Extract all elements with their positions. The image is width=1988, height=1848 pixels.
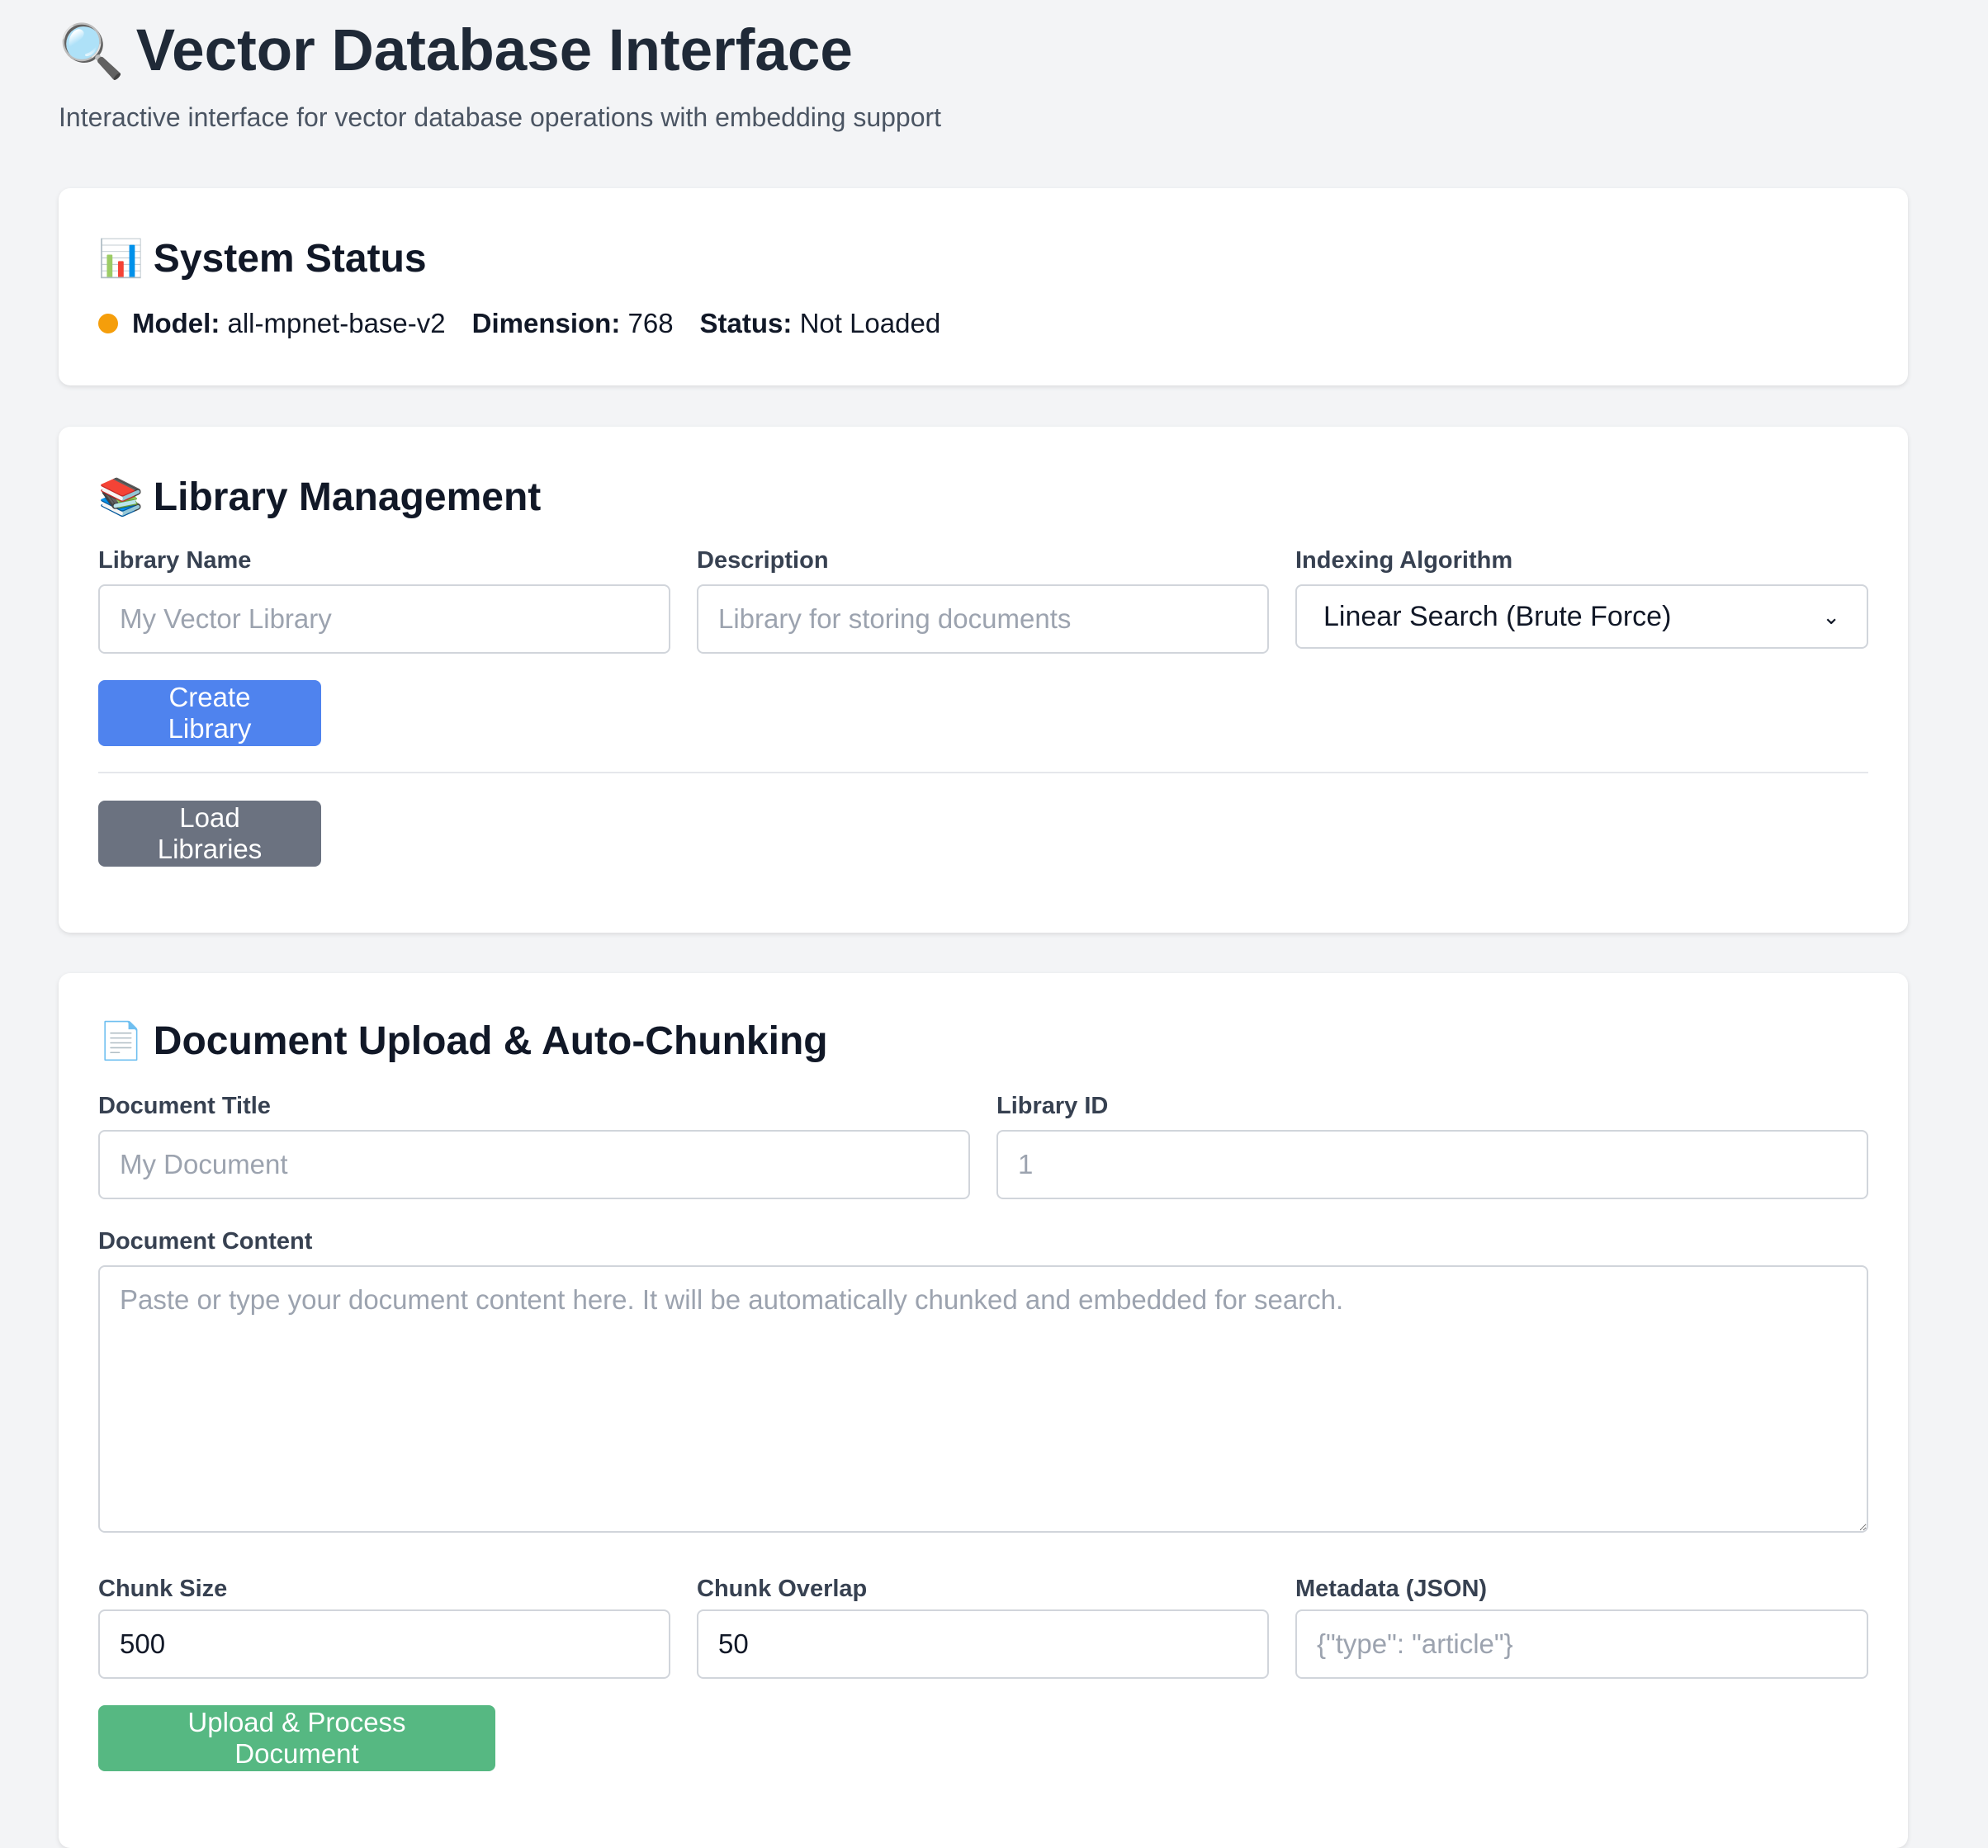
status-row: Model: all-mpnet-base-v2 Dimension: 768 …: [98, 307, 967, 340]
bar-chart-icon: 📊: [98, 239, 144, 279]
library-management-heading: 📚 Library Management: [98, 473, 541, 522]
create-library-button[interactable]: Create Library: [98, 680, 321, 746]
library-management-title: Library Management: [153, 475, 542, 519]
model-label: Model:: [132, 308, 220, 338]
system-status-card: 📊 System Status Model: all-mpnet-base-v2…: [59, 188, 1908, 385]
page-title: 🔍 Vector Database Interface: [59, 15, 941, 87]
page-title-text: Vector Database Interface: [135, 18, 853, 83]
document-upload-title: Document Upload & Auto-Chunking: [153, 1019, 828, 1063]
page-header: 🔍 Vector Database Interface Interactive …: [59, 15, 941, 134]
document-icon: 📄: [98, 1021, 144, 1061]
page: 🔍 Vector Database Interface Interactive …: [0, 0, 1988, 1848]
chevron-down-icon: ⌄: [1822, 603, 1840, 629]
section-divider: [98, 772, 1868, 773]
load-libraries-button[interactable]: Load Libraries: [98, 801, 321, 867]
model-info: Model: all-mpnet-base-v2: [132, 307, 446, 340]
metadata-label: Metadata (JSON): [1295, 1576, 1488, 1602]
library-id-label: Library ID: [996, 1093, 1109, 1119]
system-status-heading: 📊 System Status: [98, 234, 427, 284]
dimension-value: 768: [627, 308, 674, 338]
document-title-input[interactable]: [98, 1130, 970, 1199]
indexing-algorithm-select[interactable]: Linear Search (Brute Force) ⌄: [1295, 584, 1868, 649]
library-id-input[interactable]: [996, 1130, 1868, 1199]
status-info: Status: Not Loaded: [700, 307, 941, 340]
document-content-textarea[interactable]: [98, 1265, 1868, 1533]
upload-process-button[interactable]: Upload & Process Document: [98, 1705, 495, 1771]
magnifier-icon: 🔍: [59, 21, 125, 81]
dimension-label: Dimension:: [471, 308, 621, 338]
description-input[interactable]: [697, 584, 1269, 654]
description-label: Description: [697, 547, 829, 574]
library-management-card: 📚 Library Management Library Name Descri…: [59, 427, 1908, 933]
document-upload-card: 📄 Document Upload & Auto-Chunking Docume…: [59, 973, 1908, 1848]
document-upload-heading: 📄 Document Upload & Auto-Chunking: [98, 1017, 828, 1066]
document-title-label: Document Title: [98, 1093, 271, 1119]
books-icon: 📚: [98, 477, 144, 518]
dimension-info: Dimension: 768: [472, 307, 674, 340]
chunk-size-input[interactable]: [98, 1609, 670, 1679]
system-status-title: System Status: [153, 237, 427, 281]
model-value: all-mpnet-base-v2: [227, 308, 446, 338]
indexing-algorithm-value: Linear Search (Brute Force): [1323, 600, 1672, 632]
indexing-algorithm-label: Indexing Algorithm: [1295, 547, 1513, 574]
metadata-input[interactable]: [1295, 1609, 1868, 1679]
status-label: Status:: [699, 308, 793, 338]
status-value: Not Loaded: [799, 308, 941, 338]
chunk-overlap-input[interactable]: [697, 1609, 1269, 1679]
chunk-overlap-label: Chunk Overlap: [697, 1576, 868, 1602]
library-name-input[interactable]: [98, 584, 670, 654]
document-content-label: Document Content: [98, 1228, 313, 1255]
chunk-size-label: Chunk Size: [98, 1576, 228, 1602]
status-indicator-icon: [98, 314, 118, 333]
page-subtitle: Interactive interface for vector databas…: [59, 102, 942, 132]
library-name-label: Library Name: [98, 547, 252, 574]
